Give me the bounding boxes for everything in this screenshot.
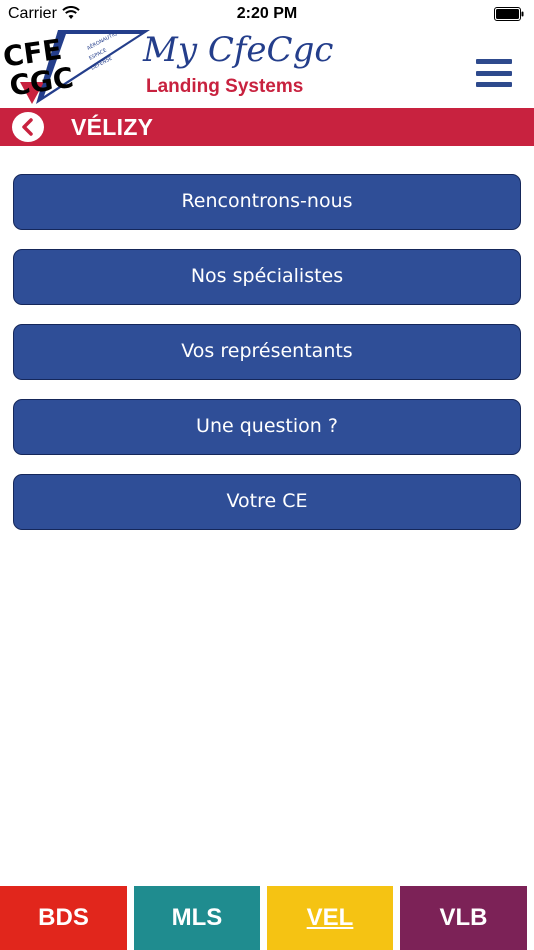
tab-bds[interactable]: BDS: [0, 886, 127, 950]
cfe-cgc-logo: CFE CGC AÉRONAUTIQUE ESPACE DÉFENSE: [1, 30, 150, 104]
page-title: VÉLIZY: [71, 114, 154, 140]
chevron-left-icon: [22, 118, 33, 136]
page-title-bar: VÉLIZY: [0, 108, 534, 146]
back-button[interactable]: [12, 112, 44, 142]
rencontrons-nous-button[interactable]: Rencontrons-nous: [13, 174, 521, 230]
nos-specialistes-button[interactable]: Nos spécialistes: [13, 249, 521, 305]
hamburger-icon-line: [476, 82, 512, 87]
tab-vlb[interactable]: VLB: [400, 886, 527, 950]
battery-icon: [494, 7, 524, 21]
hamburger-icon: [476, 59, 512, 64]
hamburger-icon-line: [476, 70, 512, 76]
status-time: 2:20 PM: [236, 5, 298, 22]
status-bar: Carrier 2:20 PM: [0, 0, 534, 28]
app-title: My CfeCgc: [143, 30, 334, 70]
votre-ce-button[interactable]: Votre CE: [13, 474, 521, 530]
hamburger-menu-button[interactable]: [474, 56, 514, 90]
bottom-tab-bar: BDS MLS VEL VLB: [0, 886, 534, 950]
tab-vel[interactable]: VEL: [267, 886, 393, 950]
app-header: CFE CGC AÉRONAUTIQUE ESPACE DÉFENSE My C…: [0, 28, 534, 108]
app-subtitle: Landing Systems: [146, 76, 304, 97]
vos-representants-button[interactable]: Vos représentants: [13, 324, 521, 380]
une-question-button[interactable]: Une question ?: [13, 399, 521, 455]
menu-list: Rencontrons-nous Nos spécialistes Vos re…: [13, 174, 521, 549]
tab-mls[interactable]: MLS: [134, 886, 260, 950]
